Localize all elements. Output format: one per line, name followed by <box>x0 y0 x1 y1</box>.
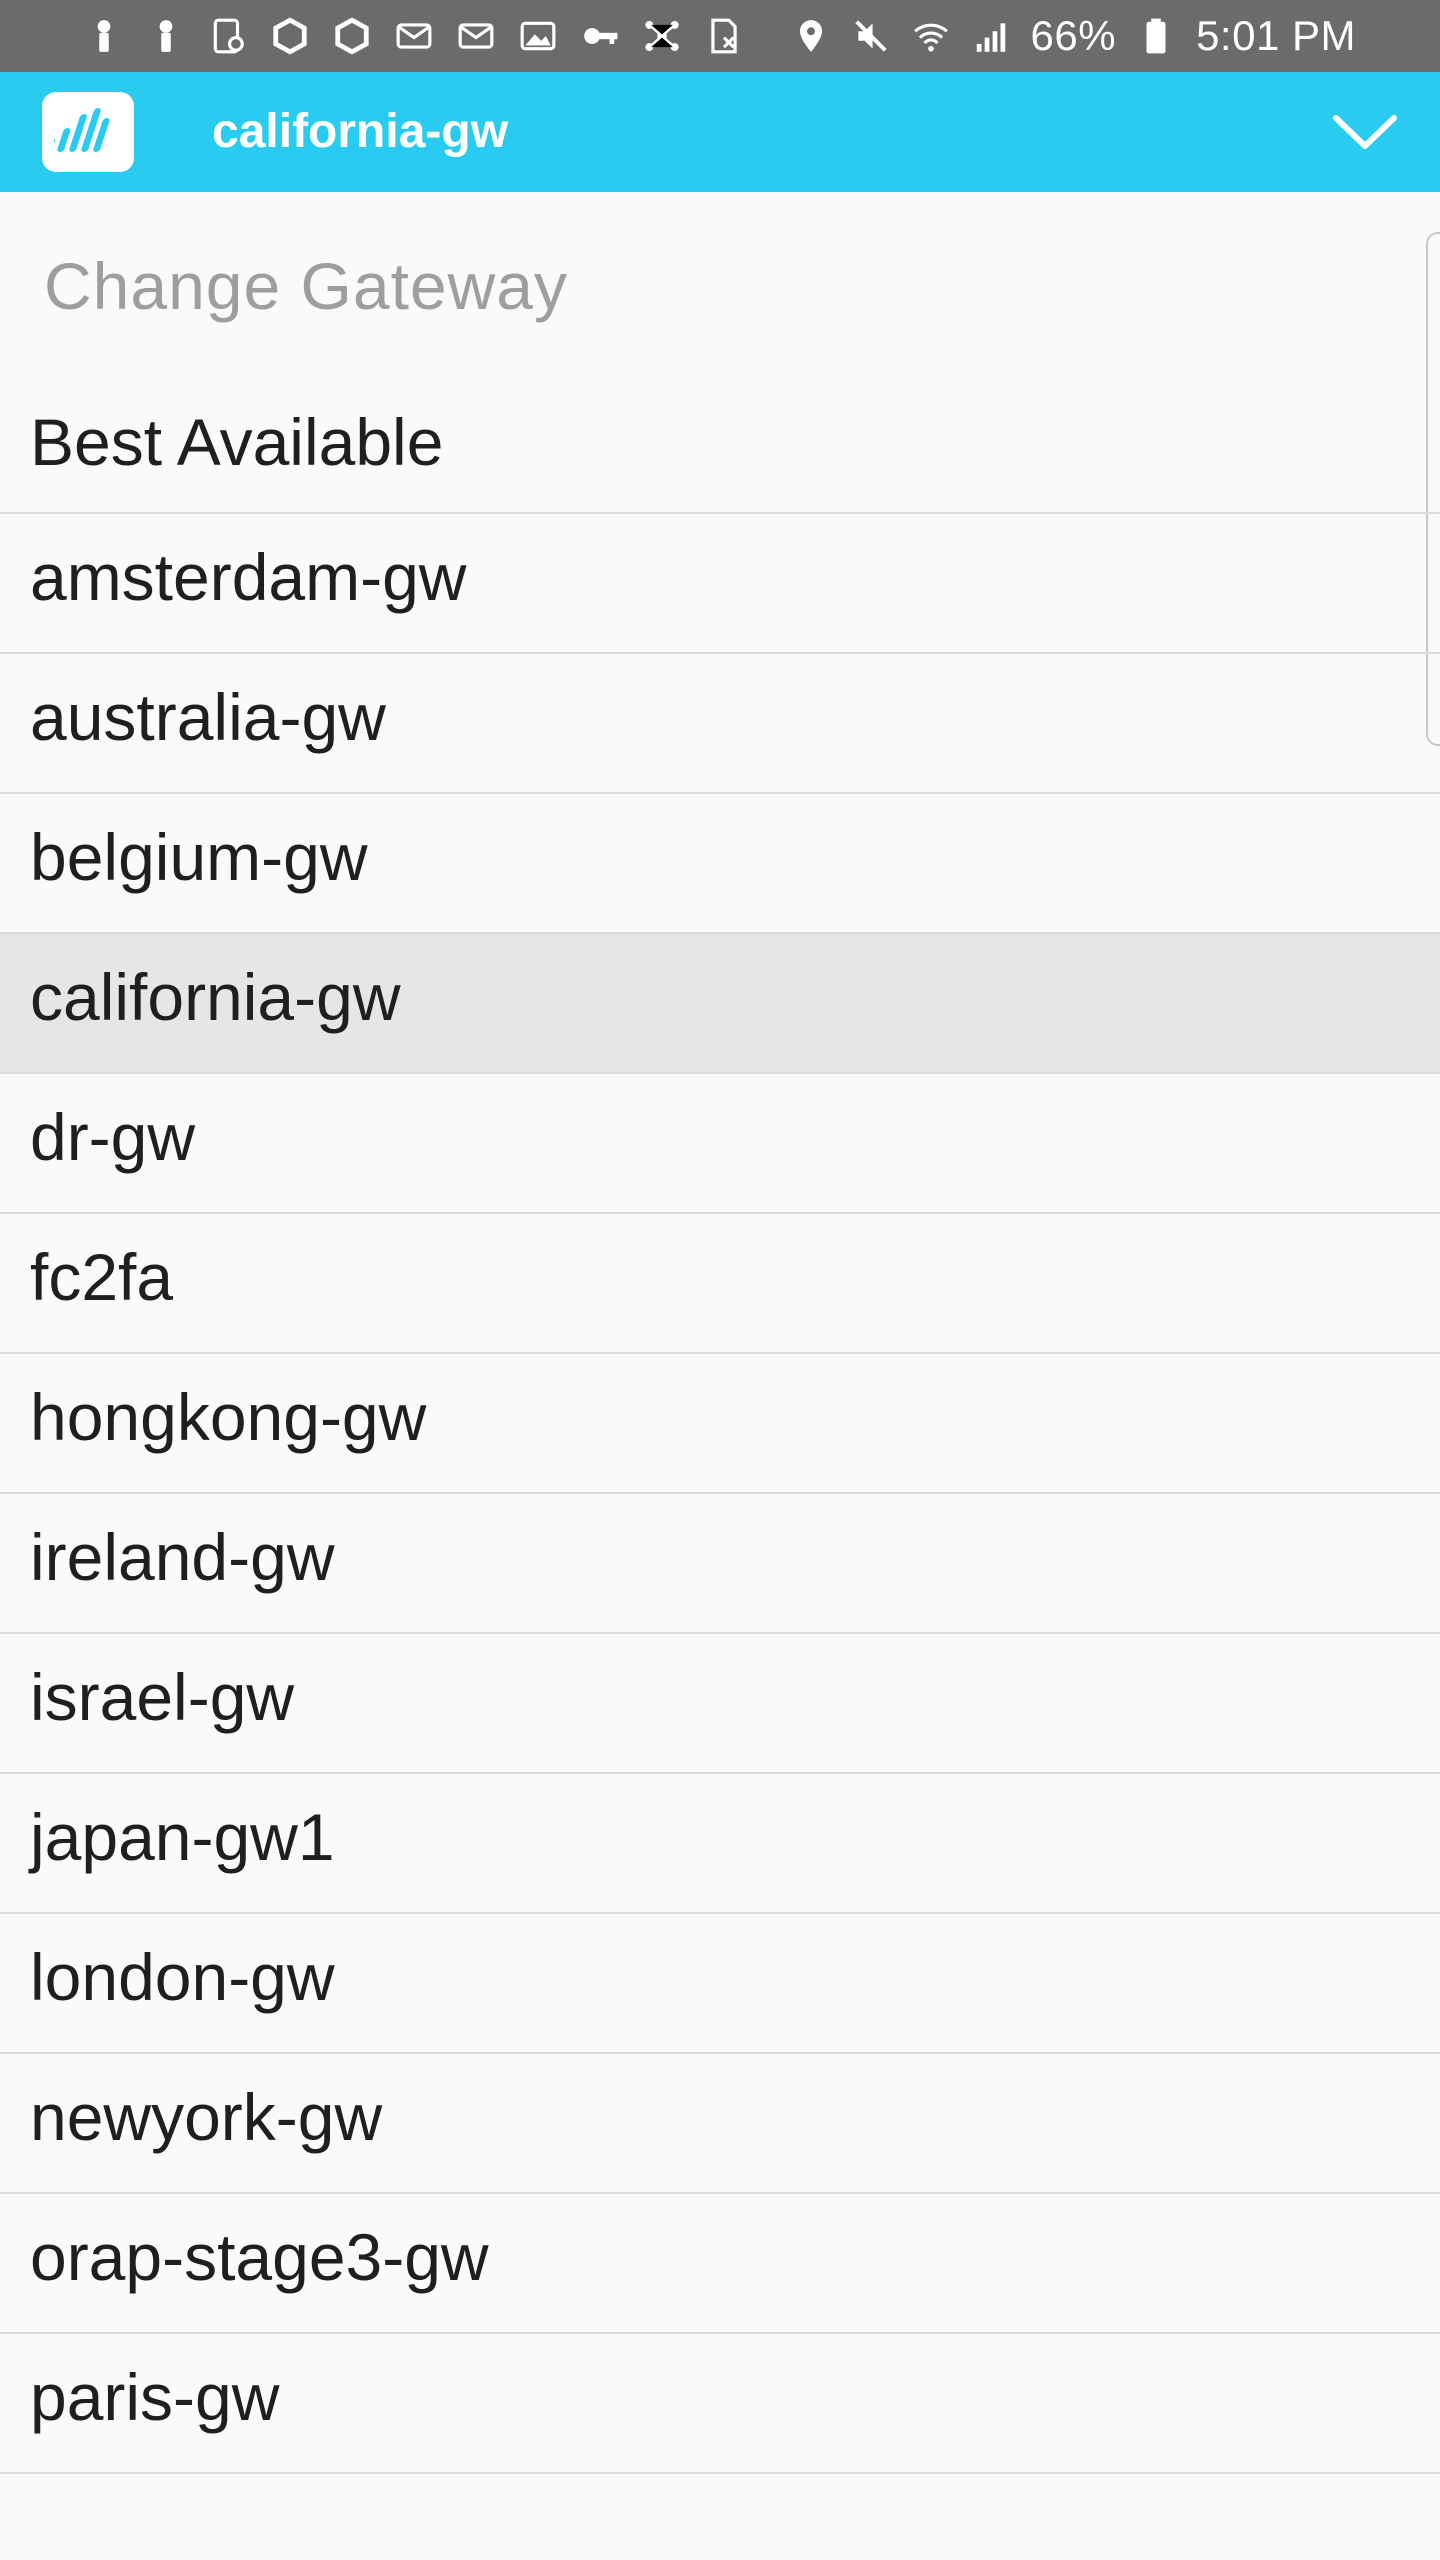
signal-icon <box>971 16 1011 56</box>
image-icon <box>518 16 558 56</box>
change-gateway-header: Change Gateway <box>44 249 568 323</box>
app-logo-icon <box>42 92 134 172</box>
mute-icon <box>851 16 891 56</box>
gateway-item-london-gw[interactable]: london-gw <box>0 1914 1440 2054</box>
app-bar: california-gw <box>0 72 1440 192</box>
current-gateway-title[interactable]: california-gw <box>212 72 508 192</box>
key-icon <box>580 16 620 56</box>
status-bar: 66% 5:01 PM <box>0 0 1440 72</box>
gateway-item-dr-gw[interactable]: dr-gw <box>0 1074 1440 1214</box>
battery-icon <box>1136 16 1176 56</box>
gateway-item-amsterdam-gw[interactable]: amsterdam-gw <box>0 514 1440 654</box>
gateway-menu: Change Gateway Best Available amsterdam-… <box>0 192 1440 2560</box>
location-icon <box>791 16 831 56</box>
wifi-icon <box>911 16 951 56</box>
gateway-item-newyork-gw[interactable]: newyork-gw <box>0 2054 1440 2194</box>
gateway-item-japan-gw1[interactable]: japan-gw1 <box>0 1774 1440 1914</box>
gateway-item-california-gw[interactable]: california-gw <box>0 934 1440 1074</box>
status-notification-icons <box>84 14 744 58</box>
gateway-item-best-available[interactable]: Best Available <box>0 386 1440 514</box>
gateway-item-ireland-gw[interactable]: ireland-gw <box>0 1494 1440 1634</box>
person-pin-icon <box>84 16 124 56</box>
battery-percent: 66% <box>1030 12 1117 59</box>
person-pin-icon <box>146 16 186 56</box>
hexagon-app-icon <box>270 16 310 56</box>
gateway-item-paris-gw[interactable]: paris-gw <box>0 2334 1440 2474</box>
gateway-item-hongkong-gw[interactable]: hongkong-gw <box>0 1354 1440 1494</box>
clock: 5:01 PM <box>1196 12 1356 59</box>
gateway-item-orap-stage3-gw[interactable]: orap-stage3-gw <box>0 2194 1440 2334</box>
gateway-list: Best Available amsterdam-gw australia-gw… <box>0 386 1440 2474</box>
mail-icon <box>394 16 434 56</box>
mail-icon <box>456 16 496 56</box>
chevron-down-icon[interactable] <box>1332 102 1398 162</box>
gateway-item-australia-gw[interactable]: australia-gw <box>0 654 1440 794</box>
network-icon <box>642 16 682 56</box>
hexagon-app-icon <box>332 16 372 56</box>
status-system-icons: 66% 5:01 PM <box>791 14 1356 58</box>
gateway-item-fc2fa[interactable]: fc2fa <box>0 1214 1440 1354</box>
sim-off-icon <box>704 16 744 56</box>
screen-record-icon <box>208 16 248 56</box>
gateway-item-israel-gw[interactable]: israel-gw <box>0 1634 1440 1774</box>
gateway-item-belgium-gw[interactable]: belgium-gw <box>0 794 1440 934</box>
